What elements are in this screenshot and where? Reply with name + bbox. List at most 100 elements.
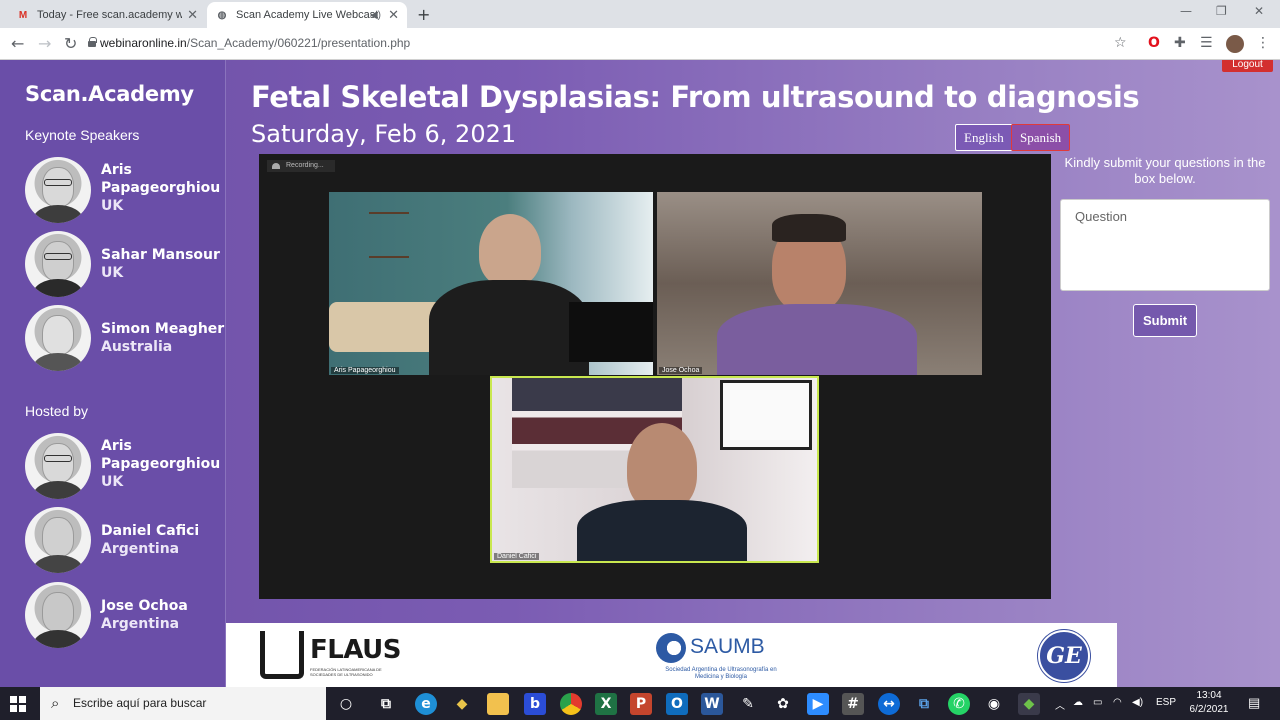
file-explorer-icon[interactable] bbox=[487, 693, 509, 715]
tab-webcast[interactable]: ◍ Scan Academy Live Webcast ◀) ✕ bbox=[207, 2, 407, 28]
page-title: Fetal Skeletal Dysplasias: From ultrasou… bbox=[251, 80, 1140, 114]
url-path: /Scan_Academy/060221/presentation.php bbox=[186, 36, 411, 50]
host-name-text: Daniel Cafici bbox=[101, 523, 200, 539]
system-clock[interactable]: 13:04 6/2/2021 bbox=[1186, 689, 1232, 717]
task-view-icon[interactable]: ⧉ bbox=[375, 693, 397, 715]
host-name: Jose Ochoa Argentina bbox=[101, 597, 225, 633]
search-placeholder: Escribe aquí para buscar bbox=[73, 696, 207, 710]
host-name-text: Aris Papageorghiou bbox=[101, 438, 221, 472]
avatar bbox=[25, 433, 91, 499]
flaus-mark-icon bbox=[260, 631, 304, 679]
host-card: Daniel Cafici Argentina bbox=[25, 507, 225, 573]
zoom-icon[interactable]: ▶ bbox=[807, 693, 829, 715]
speaker-country: Australia bbox=[101, 339, 173, 355]
reading-list-icon[interactable]: ☰ bbox=[1200, 35, 1213, 51]
ge-logo: GE bbox=[1038, 630, 1090, 682]
tab-gmail[interactable]: M Today - Free scan.academy webi ✕ bbox=[8, 2, 206, 28]
volume-icon[interactable]: ◀) bbox=[1132, 697, 1143, 708]
keynote-heading: Keynote Speakers bbox=[25, 127, 140, 143]
url-field[interactable]: webinaronline.in/Scan_Academy/060221/pre… bbox=[100, 36, 410, 50]
avatar bbox=[25, 157, 91, 223]
host-country: UK bbox=[101, 474, 124, 490]
close-tab-icon[interactable]: ✕ bbox=[187, 7, 198, 23]
opera-extension-icon[interactable]: O bbox=[1148, 35, 1160, 51]
app-icon[interactable]: ⧉ bbox=[913, 693, 935, 715]
close-tab-icon[interactable]: ✕ bbox=[388, 7, 399, 23]
app-icon[interactable]: ◆ bbox=[451, 693, 473, 715]
flaus-subtitle: FEDERACIÓN LATINOAMERICANA DE SOCIEDADES… bbox=[310, 667, 382, 677]
webcast-page: Scan.Academy Keynote Speakers Aris Papag… bbox=[0, 60, 1280, 687]
app-icon[interactable]: ◆ bbox=[1018, 693, 1040, 715]
clock-date: 6/2/2021 bbox=[1189, 704, 1229, 715]
minimize-icon[interactable]: — bbox=[1180, 4, 1192, 18]
profile-avatar[interactable] bbox=[1226, 35, 1244, 53]
input-language[interactable]: ESP bbox=[1156, 697, 1176, 708]
sponsor-strip: FLAUS FEDERACIÓN LATINOAMERICANA DE SOCI… bbox=[226, 623, 1117, 687]
cortana-icon[interactable]: ○ bbox=[335, 693, 357, 715]
taskbar-search[interactable]: ⌕ Escribe aquí para buscar bbox=[40, 687, 326, 720]
speaker-card: Sahar Mansour UK bbox=[25, 231, 225, 297]
logout-button[interactable]: Logout bbox=[1222, 60, 1273, 72]
host-country: Argentina bbox=[101, 541, 180, 557]
reload-icon[interactable]: ↻ bbox=[64, 34, 77, 53]
app-b-icon[interactable]: b bbox=[524, 693, 546, 715]
camera-icon[interactable]: ◉ bbox=[983, 693, 1005, 715]
speaker-country: UK bbox=[101, 265, 124, 281]
spanish-button[interactable]: Spanish bbox=[1011, 124, 1071, 151]
word-icon[interactable]: W bbox=[701, 693, 723, 715]
speaker-card: Aris Papageorghiou UK bbox=[25, 157, 225, 223]
notifications-icon[interactable]: ▤ bbox=[1248, 695, 1260, 711]
battery-icon[interactable]: ▭ bbox=[1093, 697, 1102, 708]
speaker-name: Aris Papageorghiou UK bbox=[101, 161, 225, 215]
back-icon[interactable]: ← bbox=[11, 34, 24, 53]
speaker-head bbox=[627, 423, 697, 511]
speaker-name-text: Sahar Mansour bbox=[101, 247, 220, 263]
gmail-icon: M bbox=[18, 9, 28, 21]
wifi-icon[interactable]: ◠ bbox=[1113, 697, 1122, 708]
participant-label: Daniel Cafici bbox=[494, 553, 540, 560]
speaker-name: Sahar Mansour UK bbox=[101, 246, 225, 282]
avatar bbox=[25, 507, 91, 573]
submit-button[interactable]: Submit bbox=[1133, 304, 1197, 337]
video-tile: Jose Ochoa bbox=[657, 192, 982, 375]
close-window-icon[interactable]: ✕ bbox=[1254, 4, 1264, 18]
restore-icon[interactable]: ❐ bbox=[1216, 4, 1227, 18]
teamviewer-icon[interactable]: ↔ bbox=[878, 693, 900, 715]
saumb-mark-icon bbox=[656, 633, 686, 663]
question-input[interactable] bbox=[1060, 199, 1270, 291]
search-icon: ⌕ bbox=[51, 694, 60, 712]
excel-icon[interactable]: X bbox=[595, 693, 617, 715]
onedrive-icon[interactable]: ☁ bbox=[1073, 697, 1083, 708]
avatar bbox=[25, 582, 91, 648]
tab-title: Today - Free scan.academy webi bbox=[37, 9, 182, 21]
powerpoint-icon[interactable]: P bbox=[630, 693, 652, 715]
speaker-name-text: Simon Meagher bbox=[101, 321, 225, 337]
extensions-puzzle-icon[interactable]: ✚ bbox=[1174, 35, 1186, 51]
question-prompt: Kindly submit your questions in the box … bbox=[1064, 155, 1266, 186]
forward-icon[interactable]: → bbox=[38, 34, 51, 53]
windows-start-icon[interactable] bbox=[10, 696, 26, 712]
menu-icon[interactable]: ⋮ bbox=[1256, 35, 1270, 51]
tray-chevron-icon[interactable]: ︿ bbox=[1055, 697, 1065, 712]
video-tile: Aris Papageorghiou bbox=[329, 192, 653, 375]
wall-frame bbox=[720, 380, 812, 450]
new-tab-button[interactable]: + bbox=[417, 5, 430, 24]
speakers-sidebar: Scan.Academy Keynote Speakers Aris Papag… bbox=[0, 60, 226, 687]
whatsapp-icon[interactable]: ✆ bbox=[948, 693, 970, 715]
chrome-icon[interactable] bbox=[560, 693, 582, 715]
english-button[interactable]: English bbox=[955, 124, 1013, 151]
speaker-card: Simon Meagher Australia bbox=[25, 305, 225, 371]
tab-title: Scan Academy Live Webcast bbox=[236, 9, 379, 21]
clock-time: 13:04 bbox=[1196, 690, 1222, 701]
app-icon[interactable]: ✿ bbox=[772, 693, 794, 715]
bookmark-star-icon[interactable]: ☆ bbox=[1114, 35, 1127, 51]
browser-tab-bar: M Today - Free scan.academy webi ✕ ◍ Sca… bbox=[0, 0, 1280, 28]
event-date: Saturday, Feb 6, 2021 bbox=[251, 120, 517, 148]
edge-icon[interactable]: e bbox=[415, 693, 437, 715]
app-icon[interactable]: ✎ bbox=[737, 693, 759, 715]
calculator-icon[interactable]: # bbox=[842, 693, 864, 715]
video-player[interactable]: Recording... Aris Papageorghiou Jose Och… bbox=[259, 154, 1051, 599]
url-host: webinaronline.in bbox=[100, 36, 187, 50]
globe-icon: ◍ bbox=[217, 9, 227, 21]
outlook-icon[interactable]: O bbox=[666, 693, 688, 715]
